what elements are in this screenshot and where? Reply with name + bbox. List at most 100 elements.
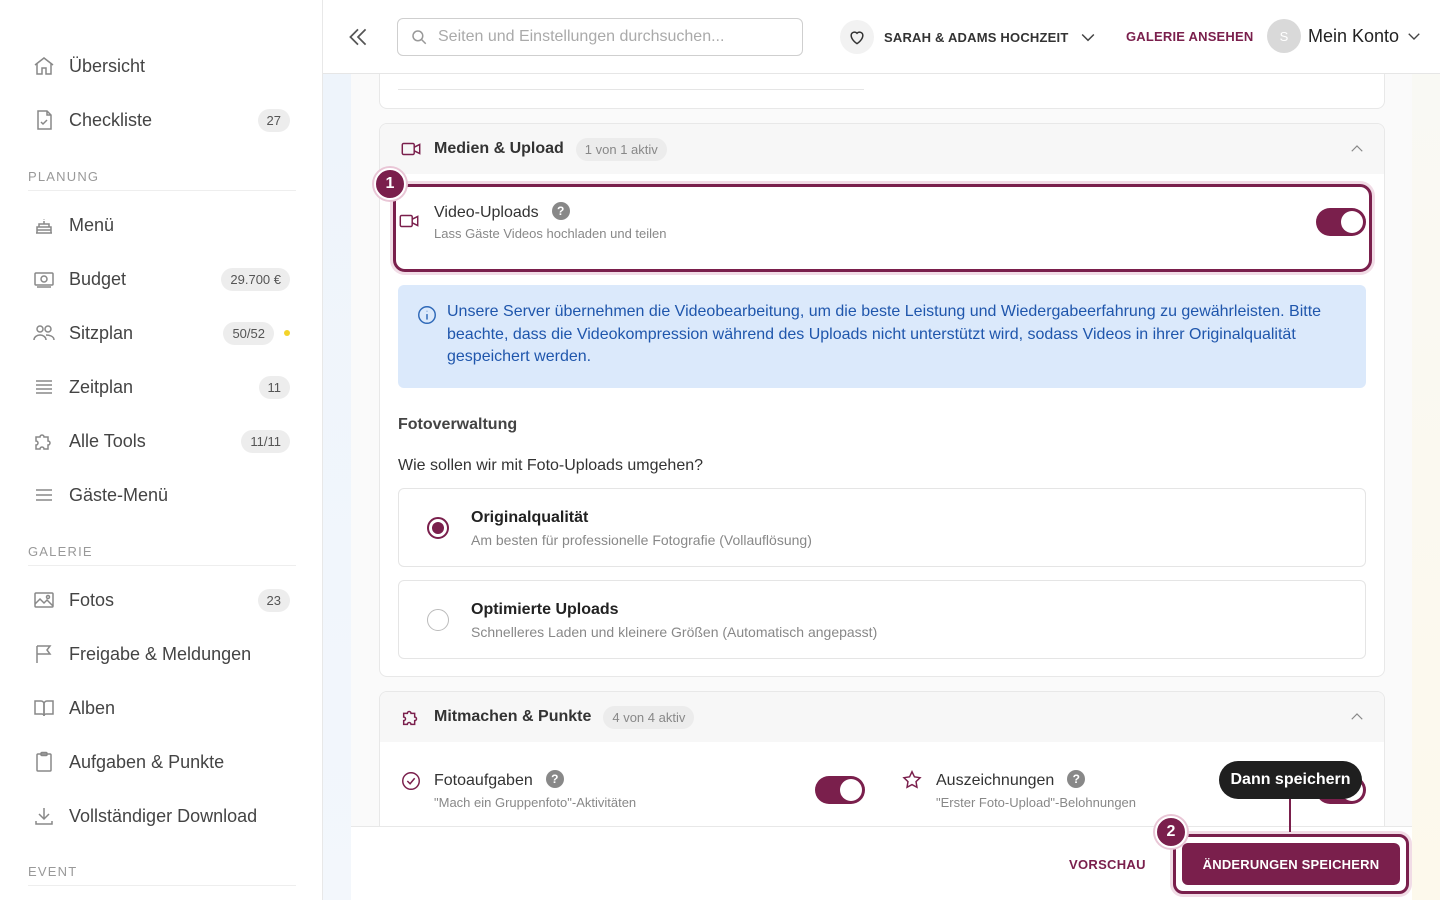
sidebar-item-alben[interactable]: Alben: [32, 688, 290, 728]
divider: [398, 89, 864, 90]
preview-button[interactable]: VORSCHAU: [1069, 857, 1146, 872]
sidebar: Übersicht Checkliste 27 PLANUNG Menü Bud…: [0, 0, 323, 900]
background-strip: [1412, 74, 1440, 900]
sidebar-item-label: Gäste-Menü: [69, 484, 169, 505]
account-label: Mein Konto: [1308, 25, 1400, 46]
sidebar-item-gaeste-menue[interactable]: Gäste-Menü: [32, 475, 290, 515]
sidebar-item-zeitplan[interactable]: Zeitplan 11: [32, 367, 290, 407]
download-icon: [32, 804, 56, 828]
image-icon: [32, 588, 56, 612]
search-input[interactable]: [438, 28, 788, 46]
save-highlight: ÄNDERUNGEN SPEICHERN: [1173, 834, 1409, 894]
chevron-up-icon[interactable]: [1348, 140, 1366, 158]
sidebar-item-label: Freigabe & Meldungen: [69, 643, 252, 664]
puzzle-icon: [32, 429, 56, 453]
option-title: Optimierte Uploads: [471, 601, 619, 618]
sidebar-item-checkliste[interactable]: Checkliste 27: [32, 100, 290, 140]
sidebar-item-label: Fotos: [69, 589, 115, 610]
option-description: Am besten für professionelle Fotografie …: [471, 532, 812, 548]
collapse-sidebar-icon[interactable]: [345, 24, 371, 50]
search-icon: [410, 28, 428, 46]
account-menu[interactable]: S Mein Konto: [1267, 19, 1423, 53]
sidebar-item-label: Sitzplan: [69, 322, 134, 343]
info-icon: [416, 304, 438, 326]
event-name: SARAH & ADAMS HOCHZEIT: [884, 29, 1069, 45]
sidebar-item-fotos[interactable]: Fotos 23: [32, 580, 290, 620]
check-circle-icon: [400, 770, 422, 792]
sidebar-item-uebersicht[interactable]: Übersicht: [32, 46, 290, 86]
checklist-icon: [32, 108, 56, 132]
help-icon[interactable]: ?: [545, 770, 564, 788]
sidebar-item-download[interactable]: Vollständiger Download: [32, 796, 290, 836]
help-icon[interactable]: ?: [551, 202, 570, 220]
photo-question: Wie sollen wir mit Foto-Uploads umgehen?: [398, 457, 704, 474]
section-title-galerie: GALERIE: [28, 544, 296, 566]
step-badge-1: 1: [374, 168, 406, 200]
feature-description: "Erster Foto-Upload"-Belohnungen: [936, 795, 1137, 810]
book-icon: [32, 696, 56, 720]
radio-unselected[interactable]: [427, 609, 449, 631]
flag-icon: [32, 642, 56, 666]
photo-section-title: Fotoverwaltung: [398, 416, 518, 433]
count-badge: 50/52: [223, 321, 274, 345]
count-badge: 23: [257, 588, 290, 612]
tooltip: Dann speichern: [1219, 761, 1362, 799]
status-dot: [284, 330, 290, 336]
option-title: Originalqualität: [471, 509, 589, 526]
home-icon: [32, 54, 56, 78]
video-camera-icon: [400, 138, 422, 160]
chevron-down-icon: [1078, 27, 1098, 47]
footer-bar: VORSCHAU ÄNDERUNGEN SPEICHERN: [351, 826, 1412, 900]
avatar: S: [1267, 19, 1301, 53]
view-gallery-link[interactable]: GALERIE ANSEHEN: [1126, 29, 1253, 44]
sidebar-item-label: Übersicht: [69, 55, 146, 76]
count-badge: 11/11: [241, 429, 290, 453]
star-icon: [901, 769, 923, 791]
search-box[interactable]: [397, 18, 803, 56]
status-pill: 4 von 4 aktiv: [603, 705, 695, 729]
video-uploads-title: Video-Uploads?: [434, 202, 570, 222]
list-icon: [32, 375, 56, 399]
clipboard-icon: [32, 750, 56, 774]
section-title-event: EVENT: [28, 864, 296, 886]
save-changes-button[interactable]: ÄNDERUNGEN SPEICHERN: [1182, 843, 1400, 885]
count-badge: 27: [257, 108, 290, 132]
tooltip-connector: [1289, 799, 1291, 832]
chevron-down-icon: [1405, 27, 1423, 45]
fotoaufgaben-toggle[interactable]: [815, 776, 865, 804]
video-camera-icon: [398, 210, 420, 232]
media-upload-card: Medien & Upload 1 von 1 aktiv Video-Uplo…: [379, 123, 1385, 677]
video-uploads-toggle[interactable]: [1316, 208, 1366, 236]
chevron-up-icon[interactable]: [1348, 708, 1366, 726]
help-icon[interactable]: ?: [1067, 770, 1086, 788]
step-badge-2: 2: [1155, 816, 1187, 848]
media-upload-header[interactable]: Medien & Upload 1 von 1 aktiv: [380, 124, 1384, 174]
sidebar-item-menue[interactable]: Menü: [32, 205, 290, 245]
sidebar-item-freigabe[interactable]: Freigabe & Meldungen: [32, 634, 290, 674]
cake-icon: [32, 213, 56, 237]
sidebar-item-alle-tools[interactable]: Alle Tools 11/11: [32, 421, 290, 461]
feature-title-auszeichnungen: Auszeichnungen?: [936, 770, 1086, 790]
menu-icon: [32, 483, 56, 507]
radio-selected[interactable]: [427, 517, 449, 539]
option-original-quality[interactable]: Originalqualität Am besten für professio…: [398, 488, 1366, 567]
feature-title-fotoaufgaben: Fotoaufgaben?: [434, 770, 564, 790]
feature-description: "Mach ein Gruppenfoto"-Aktivitäten: [434, 795, 637, 810]
sidebar-item-budget[interactable]: Budget 29.700 €: [32, 259, 290, 299]
sidebar-item-aufgaben[interactable]: Aufgaben & Punkte: [32, 742, 290, 782]
event-selector[interactable]: SARAH & ADAMS HOCHZEIT: [840, 20, 1098, 54]
participation-header[interactable]: Mitmachen & Punkte 4 von 4 aktiv: [380, 692, 1384, 742]
sidebar-item-label: Vollständiger Download: [69, 805, 258, 826]
money-icon: [32, 267, 56, 291]
option-optimized-uploads[interactable]: Optimierte Uploads Schnelleres Laden und…: [398, 580, 1366, 659]
people-icon: [32, 321, 56, 345]
sidebar-item-label: Alle Tools: [69, 430, 146, 451]
video-uploads-description: Lass Gäste Videos hochladen und teilen: [434, 226, 667, 241]
card-title: Medien & Upload: [434, 140, 564, 157]
topbar: SARAH & ADAMS HOCHZEIT GALERIE ANSEHEN S…: [323, 0, 1440, 74]
amount-badge: 29.700 €: [221, 267, 290, 291]
sidebar-item-label: Zeitplan: [69, 376, 134, 397]
card-title: Mitmachen & Punkte: [434, 708, 592, 725]
sidebar-item-label: Alben: [69, 697, 116, 718]
sidebar-item-sitzplan[interactable]: Sitzplan 50/52: [32, 313, 290, 353]
